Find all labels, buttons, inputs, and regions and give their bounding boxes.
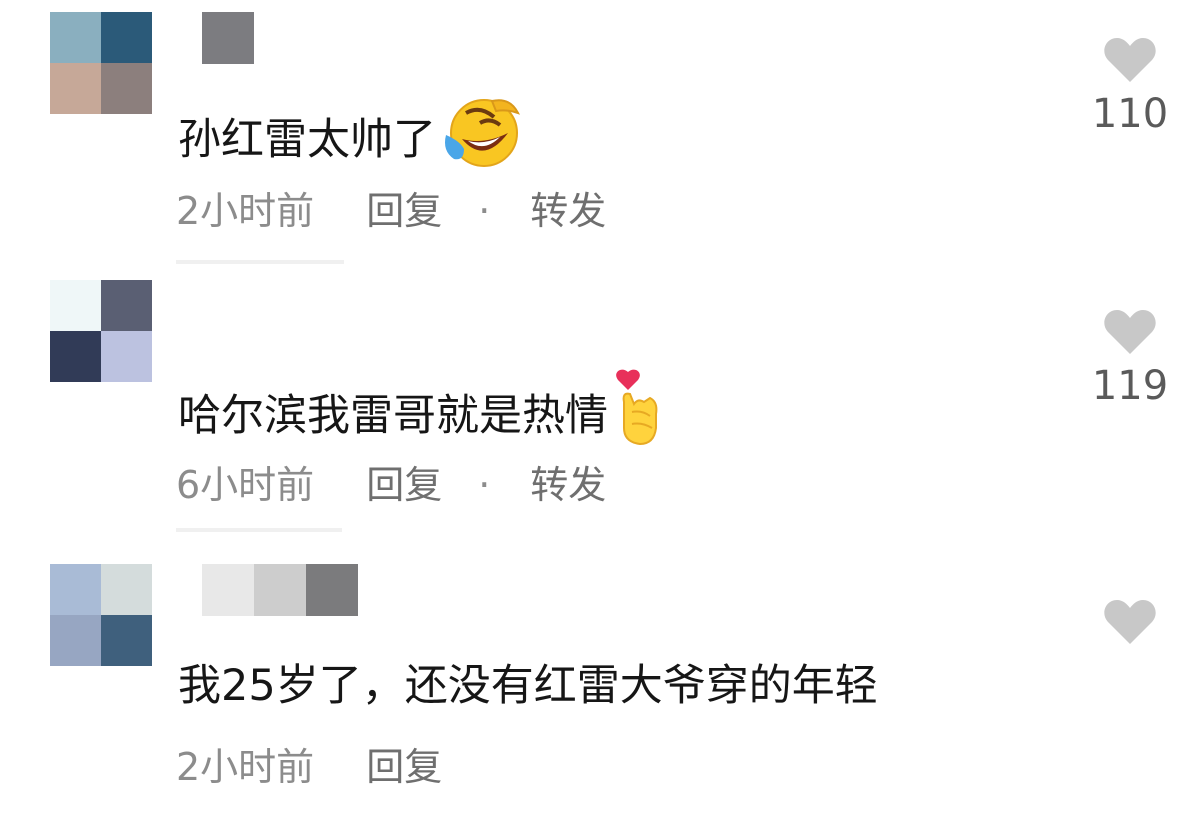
finger-heart-emoji-icon <box>612 368 664 464</box>
username-cell <box>202 564 254 616</box>
comment-text-content: 我25岁了，还没有红雷大爷穿的年轻 <box>178 661 878 711</box>
reply-button[interactable]: 回复 <box>366 460 442 510</box>
comment-item-2: 哈尔滨我雷哥就是热情 6小时前 回复 · 转发 119 <box>0 270 1200 550</box>
comment-text: 孙红雷太帅了 <box>178 95 522 185</box>
like-count: 119 <box>1091 363 1169 409</box>
avatar-cell <box>50 63 101 114</box>
comment-text: 哈尔滨我雷哥就是热情 <box>178 368 664 464</box>
heart-icon <box>1104 38 1156 82</box>
separator-dot: · <box>478 189 491 233</box>
comment-text-content: 孙红雷太帅了 <box>178 115 436 165</box>
avatar[interactable] <box>50 564 152 666</box>
divider <box>176 260 344 264</box>
comment-text: 我25岁了，还没有红雷大爷穿的年轻 <box>178 656 878 716</box>
avatar-cell <box>50 564 101 615</box>
avatar-cell <box>101 331 152 382</box>
username-blurred[interactable] <box>202 564 358 616</box>
reply-button[interactable]: 回复 <box>366 186 442 236</box>
avatar-cell <box>50 615 101 666</box>
comment-meta: 2小时前 回复 · 转发 <box>176 186 606 236</box>
avatar[interactable] <box>50 12 152 114</box>
avatar-cell <box>50 280 101 331</box>
like-button[interactable]: 119 <box>1090 308 1170 410</box>
comment-time: 2小时前 <box>176 189 315 233</box>
avatar-cell <box>50 331 101 382</box>
comment-time: 2小时前 <box>176 745 315 789</box>
separator-dot: · <box>478 463 491 507</box>
comment-text-content: 哈尔滨我雷哥就是热情 <box>178 391 608 441</box>
username-cell <box>202 12 254 64</box>
reply-button[interactable]: 回复 <box>366 742 442 792</box>
like-count: 110 <box>1091 91 1169 137</box>
rofl-emoji-icon <box>440 95 522 185</box>
avatar-cell <box>101 280 152 331</box>
avatar-cell <box>101 12 152 63</box>
avatar-cell <box>101 615 152 666</box>
avatar-cell <box>50 12 101 63</box>
comment-item-3: 我25岁了，还没有红雷大爷穿的年轻 2小时前 回复 <box>0 550 1200 818</box>
username-cell <box>306 564 358 616</box>
forward-button[interactable]: 转发 <box>530 460 606 510</box>
heart-icon <box>1104 600 1156 644</box>
divider <box>176 528 342 532</box>
comment-item-1: 孙红雷太帅了 2小时前 回复 · 转发 110 <box>0 0 1200 270</box>
comment-meta: 6小时前 回复 · 转发 <box>176 460 606 510</box>
username-blurred[interactable] <box>202 12 254 64</box>
like-button[interactable] <box>1090 598 1170 646</box>
forward-button[interactable]: 转发 <box>530 186 606 236</box>
like-button[interactable]: 110 <box>1090 36 1170 138</box>
heart-icon <box>1104 310 1156 354</box>
comment-time: 6小时前 <box>176 463 315 507</box>
username-cell <box>254 564 306 616</box>
avatar[interactable] <box>50 280 152 382</box>
avatar-cell <box>101 63 152 114</box>
comment-meta: 2小时前 回复 <box>176 742 442 792</box>
avatar-cell <box>101 564 152 615</box>
